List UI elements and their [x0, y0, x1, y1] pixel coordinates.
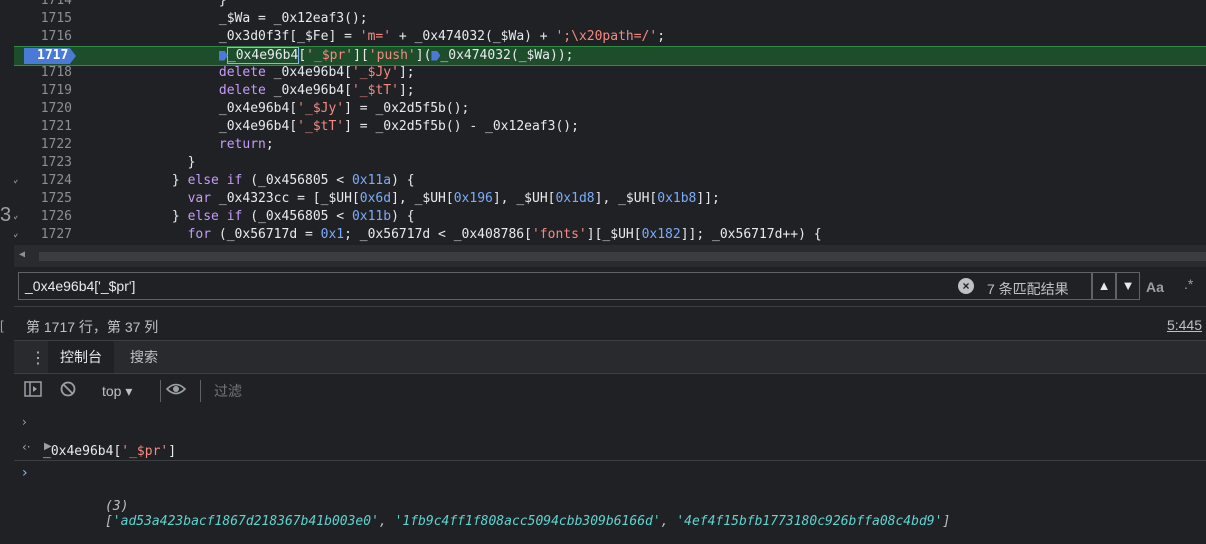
- strip-glyph: 3: [0, 204, 12, 226]
- code-line[interactable]: 1716 _0x3d0f3f[_$Fe] = 'm=' + _0x474032(…: [0, 28, 1206, 46]
- console-filter-input[interactable]: [206, 378, 1202, 404]
- code-line[interactable]: 1723 }: [0, 154, 1206, 172]
- eye-icon[interactable]: [165, 381, 187, 401]
- cursor-position: 第 1717 行，第 37 列: [26, 319, 159, 335]
- line-number[interactable]: 1716: [22, 29, 72, 44]
- code-text: delete _0x4e96b4['_$Jy'];: [218, 65, 415, 80]
- drawer-menu-icon[interactable]: ⋮: [30, 348, 46, 368]
- line-number[interactable]: 1718: [22, 65, 72, 80]
- code-line[interactable]: 1715 _$Wa = _0x12eaf3();: [0, 10, 1206, 28]
- drawer-tabbar: ⋮ 控制台 搜索: [14, 340, 1206, 376]
- code-text: delete _0x4e96b4['_$tT'];: [218, 83, 415, 98]
- result-arrow-icon: ‹·: [22, 440, 31, 454]
- horizontal-scrollbar[interactable]: ◀: [14, 245, 1206, 267]
- line-number[interactable]: 1725: [22, 191, 72, 206]
- code-text: _0x4e96b4['_$pr']['push'](_0x474032(_$Wa…: [78, 47, 573, 65]
- code-line[interactable]: 1720 _0x4e96b4['_$Jy'] = _0x2d5f5b();: [0, 100, 1206, 118]
- breakpoint-marker[interactable]: 1717: [24, 48, 76, 64]
- line-number[interactable]: 1715: [22, 11, 72, 26]
- code-text: _0x4e96b4['_$tT'] = _0x2d5f5b() - _0x12e…: [218, 119, 579, 134]
- code-text: _0x4e96b4['_$Jy'] = _0x2d5f5b();: [218, 101, 470, 116]
- line-number[interactable]: 1720: [22, 101, 72, 116]
- match-case-button[interactable]: Aa: [1146, 279, 1164, 295]
- line-number[interactable]: 1714: [22, 0, 72, 8]
- code-text: _0x3d0f3f[_$Fe] = 'm=' + _0x474032(_$Wa)…: [218, 29, 666, 44]
- context-selector[interactable]: top ▾: [102, 383, 132, 400]
- line-number[interactable]: 1727: [22, 227, 72, 242]
- code-line[interactable]: ⌄ 1726 } else if (_0x456805 < 0x11b) {: [0, 208, 1206, 226]
- code-text: }: [187, 155, 196, 170]
- input-chevron-icon: ›: [22, 415, 27, 429]
- sidebar-toggle-icon[interactable]: [24, 381, 42, 401]
- toolbar-divider: [160, 380, 161, 402]
- scroll-left-arrow-icon[interactable]: ◀: [19, 249, 25, 260]
- result-bracket-open: [: [104, 514, 113, 529]
- line-number[interactable]: 1726: [22, 209, 72, 224]
- code-line[interactable]: 1718 delete _0x4e96b4['_$Jy'];: [0, 64, 1206, 82]
- scrollbar-thumb[interactable]: [39, 252, 1206, 261]
- result-item: '4ef4f15bfb1773180c926bffa08c4bd9': [676, 514, 943, 529]
- result-bracket-close: ]: [942, 514, 951, 529]
- search-bar: _0x4e96b4['_$pr'] × 7 条匹配结果 ▲ ▼ Aa .*: [14, 268, 1206, 306]
- clear-search-icon[interactable]: ×: [958, 278, 974, 294]
- left-panel-strip: 3 [: [0, 0, 14, 515]
- code-line[interactable]: ⌄ 1727 for (_0x56717d = 0x1; _0x56717d < …: [0, 226, 1206, 244]
- line-number[interactable]: 1721: [22, 119, 72, 134]
- tab-console[interactable]: 控制台: [48, 341, 114, 376]
- code-line[interactable]: 1719 delete _0x4e96b4['_$tT'];: [0, 82, 1206, 100]
- line-number[interactable]: 1722: [22, 137, 72, 152]
- tab-search[interactable]: 搜索: [118, 341, 170, 374]
- code-line[interactable]: ⌄ 1724 } else if (_0x456805 < 0x11a) {: [0, 172, 1206, 190]
- paused-code-line[interactable]: 1717 _0x4e96b4['_$pr']['push'](_0x474032…: [0, 46, 1206, 66]
- regex-button[interactable]: .*: [1184, 276, 1193, 292]
- code-text: _$Wa = _0x12eaf3();: [218, 11, 368, 26]
- toolbar-divider: [200, 380, 201, 402]
- line-number[interactable]: 1724: [22, 173, 72, 188]
- console-output: › _0x4e96b4['_$pr'] ‹· ▶ (3) ['ad53a423b…: [14, 408, 1206, 529]
- line-number[interactable]: 1719: [22, 83, 72, 98]
- clear-console-icon[interactable]: [60, 381, 76, 401]
- result-item: 'ad53a423bacf1867d218367b41b003e0': [112, 514, 379, 529]
- code-line[interactable]: 1721 _0x4e96b4['_$tT'] = _0x2d5f5b() - _…: [0, 118, 1206, 136]
- code-line[interactable]: 1722 return;: [0, 136, 1206, 154]
- code-line[interactable]: 1714 }: [0, 0, 1206, 10]
- console-toolbar: top ▾: [14, 373, 1206, 409]
- expand-triangle-icon[interactable]: ▶: [44, 441, 52, 452]
- inline-breakpoint-icon[interactable]: [218, 50, 228, 61]
- match-count: 7 条匹配结果: [987, 281, 1069, 297]
- code-line[interactable]: 1725 var _0x4323cc = [_$UH[0x6d], _$UH[0…: [0, 190, 1206, 208]
- next-match-button[interactable]: ▼: [1116, 272, 1140, 300]
- console-prompt[interactable]: ›: [14, 460, 1206, 489]
- code-text: return;: [218, 137, 274, 152]
- search-input[interactable]: _0x4e96b4['_$pr']: [18, 272, 1092, 300]
- code-text: }: [218, 0, 227, 8]
- previous-match-button[interactable]: ▲: [1092, 272, 1116, 300]
- strip-bracket: [: [0, 318, 4, 333]
- source-location-link[interactable]: 5:445: [1167, 317, 1202, 333]
- code-text: } else if (_0x456805 < 0x11a) {: [171, 173, 415, 188]
- line-number[interactable]: 1723: [22, 155, 72, 170]
- prompt-chevron-icon: ›: [22, 465, 28, 481]
- result-length: (3): [104, 499, 129, 514]
- status-bar: 第 1717 行，第 37 列 5:445: [14, 306, 1206, 341]
- result-item: '1fb9c4ff1f808acc5094cbb309b6166d': [394, 514, 661, 529]
- code-text: var _0x4323cc = [_$UH[0x6d], _$UH[0x196]…: [187, 191, 720, 206]
- code-text: for (_0x56717d = 0x1; _0x56717d < _0x408…: [187, 227, 822, 242]
- code-editor[interactable]: 1714 } 1715 _$Wa = _0x12eaf3(); 1716 _0x3d…: [0, 0, 1206, 245]
- code-text: } else if (_0x456805 < 0x11b) {: [171, 209, 415, 224]
